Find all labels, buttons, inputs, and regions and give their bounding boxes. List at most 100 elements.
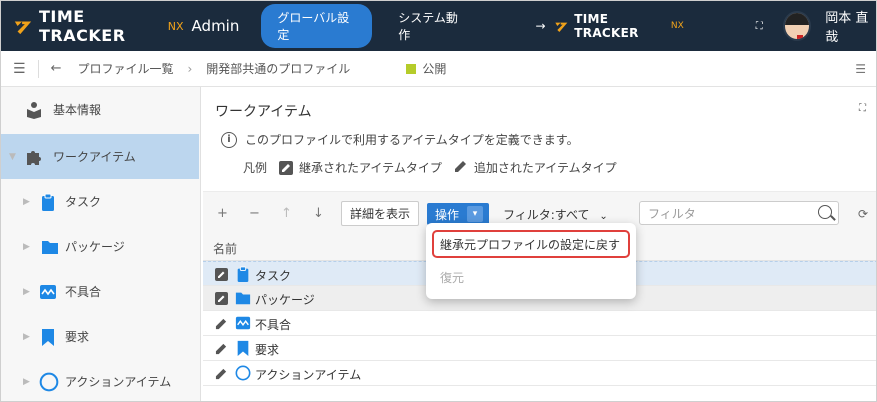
chevron-right-icon[interactable]: ▶	[23, 197, 30, 207]
folder-icon	[42, 240, 58, 254]
sidebar-item-defect[interactable]: ▶ 不具合	[1, 269, 199, 314]
bookmark-icon	[42, 328, 54, 346]
sidebar-item-label: パッケージ	[65, 240, 125, 254]
sidebar-item-label: ワークアイテム	[53, 150, 136, 164]
fullscreen-icon[interactable]: ⛶	[756, 21, 763, 32]
show-detail-button[interactable]: 詳細を表示	[341, 201, 420, 226]
inherited-pencil-icon	[279, 160, 294, 175]
move-up-icon[interactable]: ↑	[281, 206, 292, 221]
app-link-brand: TIME TRACKER	[574, 12, 639, 40]
bookmark-icon	[237, 340, 249, 356]
circle-icon	[39, 372, 59, 391]
avatar[interactable]	[782, 11, 812, 41]
operation-button[interactable]: 操作 ▾	[427, 203, 490, 225]
main-panel: ワークアイテム ⛶ i このプロファイルで利用するアイテムタイプを定義できます。…	[203, 87, 876, 401]
logo-icon	[554, 22, 567, 33]
admin-label: Admin	[191, 17, 240, 35]
row-label: 要求	[255, 343, 280, 357]
breadcrumb-current: 開発部共通のプロファイル	[206, 62, 351, 76]
remove-icon[interactable]: −	[249, 206, 260, 221]
nav-system-behavior[interactable]: システム動作	[398, 9, 465, 43]
logo-icon	[14, 21, 32, 35]
breadcrumb: ☰ ← プロファイル一覧 › 開発部共通のプロファイル 公開 ☰	[1, 51, 876, 87]
filter-input[interactable]: フィルタ	[639, 201, 839, 225]
chevron-right-icon: ›	[187, 61, 193, 76]
list-icon[interactable]: ☰	[855, 62, 866, 76]
sidebar-item-work-items[interactable]: ▼ ワークアイテム	[1, 134, 199, 179]
nav-global-settings[interactable]: グローバル設定	[261, 4, 373, 48]
sidebar-item-package[interactable]: ▶ パッケージ	[1, 224, 199, 269]
filter-placeholder: フィルタ	[648, 206, 696, 221]
page-title: ワークアイテム	[215, 104, 312, 120]
top-bar: TIME TRACKER NX Admin グローバル設定 システム動作 → T…	[1, 1, 876, 51]
chevron-down-icon[interactable]: ▼	[9, 152, 16, 162]
folder-icon	[235, 292, 251, 305]
info-icon: i	[221, 131, 237, 148]
info-message: i このプロファイルで利用するアイテムタイプを定義できます。	[221, 131, 579, 148]
brand-logo[interactable]: TIME TRACKER NX Admin	[13, 7, 239, 45]
search-icon[interactable]	[818, 205, 832, 219]
chevron-right-icon[interactable]: ▶	[23, 287, 30, 297]
sidebar-item-label: 不具合	[65, 285, 102, 299]
sidebar: 基本情報 ▼ ワークアイテム ▶ タスク ▶ パッケージ ▶ 不具合 ▶ 要求 …	[1, 87, 201, 401]
circle-icon	[235, 365, 251, 381]
status-badge: 公開	[422, 62, 447, 76]
arrow-right-icon: →	[535, 19, 546, 33]
table-row[interactable]: 要求	[203, 336, 876, 361]
breadcrumb-profile-list[interactable]: プロファイル一覧	[77, 60, 173, 77]
wave-chart-icon	[40, 284, 56, 299]
chevron-right-icon[interactable]: ▶	[23, 242, 30, 252]
row-label: 不具合	[255, 318, 292, 332]
added-pencil-icon	[454, 159, 468, 176]
app-window: TIME TRACKER NX Admin グローバル設定 システム動作 → T…	[0, 0, 877, 402]
legend-label: 凡例	[243, 161, 268, 175]
clipboard-icon	[42, 193, 54, 211]
sidebar-item-action-item[interactable]: ▶ アクションアイテム	[1, 359, 199, 401]
sidebar-item-requirement[interactable]: ▶ 要求	[1, 314, 199, 359]
expand-icon[interactable]: ⛶	[859, 103, 866, 114]
brand-name: TIME TRACKER	[39, 7, 126, 45]
wave-chart-icon	[235, 316, 251, 330]
chevron-down-icon: ⌄	[599, 211, 608, 222]
inherited-pencil-icon	[215, 268, 228, 284]
brand-suffix: NX	[167, 19, 184, 33]
legend-added: 追加されたアイテムタイプ	[473, 161, 617, 175]
divider	[37, 59, 39, 78]
sidebar-item-label: タスク	[65, 195, 102, 209]
chevron-down-icon: ▾	[467, 206, 484, 222]
added-pencil-icon	[215, 367, 228, 383]
filter-select-label: フィルタ:すべて	[503, 208, 590, 222]
back-arrow-icon[interactable]: ←	[51, 61, 62, 76]
legend-inherited: 継承されたアイテムタイプ	[299, 161, 442, 175]
row-label: タスク	[255, 269, 292, 283]
sidebar-item-label: 要求	[65, 330, 90, 344]
status-dot	[406, 63, 417, 74]
menu-icon[interactable]: ☰	[13, 61, 26, 77]
chevron-right-icon[interactable]: ▶	[23, 332, 30, 342]
sidebar-item-basic-info[interactable]: 基本情報	[1, 87, 199, 132]
menu-item-restore[interactable]: 復元	[440, 269, 464, 286]
sidebar-item-task[interactable]: ▶ タスク	[1, 179, 199, 224]
column-name-header[interactable]: 名前	[213, 240, 237, 257]
sidebar-item-label: アクションアイテム	[65, 375, 172, 389]
operation-label: 操作	[435, 207, 460, 222]
add-icon[interactable]: +	[217, 206, 228, 221]
table-row[interactable]: アクションアイテム	[203, 361, 876, 386]
menu-item-revert-to-parent[interactable]: 継承元プロファイルの設定に戻す	[432, 230, 630, 258]
refresh-icon[interactable]: ⟳	[858, 207, 868, 221]
table-row[interactable]: 不具合	[203, 311, 876, 336]
operation-dropdown: 継承元プロファイルの設定に戻す 復元	[426, 223, 636, 299]
filter-select[interactable]: フィルタ:すべて ⌄	[503, 206, 608, 223]
clipboard-icon	[237, 266, 249, 282]
app-link[interactable]: → TIME TRACKER NX	[536, 12, 684, 40]
chevron-right-icon[interactable]: ▶	[23, 377, 30, 387]
row-label: パッケージ	[255, 293, 315, 307]
user-name[interactable]: 岡本 直哉	[825, 7, 876, 45]
book-reader-icon	[27, 101, 41, 119]
puzzle-icon	[27, 150, 41, 165]
added-pencil-icon	[215, 342, 228, 358]
app-link-suffix: NX	[670, 21, 684, 31]
move-down-icon[interactable]: ↓	[313, 206, 324, 221]
inherited-pencil-icon	[215, 292, 228, 308]
sidebar-item-label: 基本情報	[53, 103, 102, 117]
